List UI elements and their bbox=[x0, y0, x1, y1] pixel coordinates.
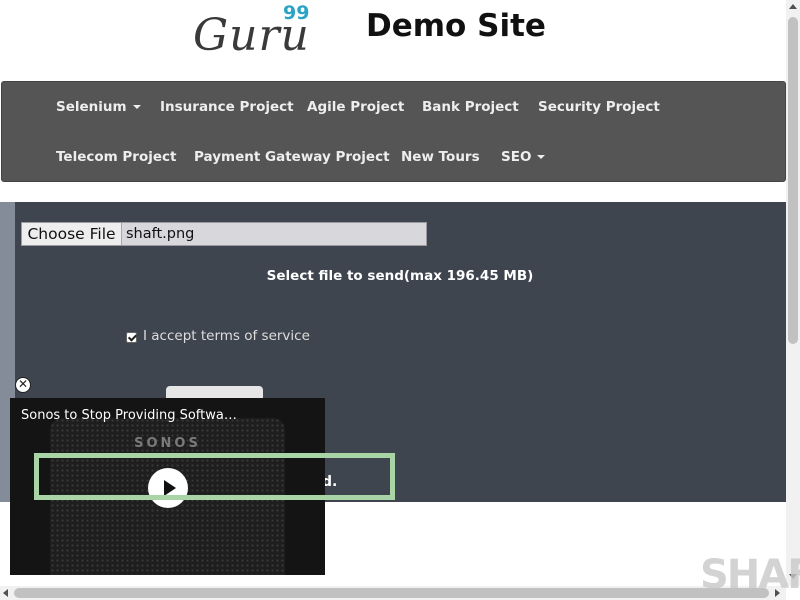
close-circle-icon[interactable]: ✕ bbox=[15, 377, 31, 393]
horizontal-scroll-thumb[interactable] bbox=[14, 588, 769, 598]
main-navbar: Selenium Insurance Project Agile Project… bbox=[1, 81, 786, 182]
nav-item-agile-project[interactable]: Agile Project bbox=[307, 99, 404, 115]
choose-file-button[interactable]: Choose File bbox=[22, 223, 122, 245]
video-brand: SONOS bbox=[134, 436, 201, 451]
vertical-scroll-thumb[interactable] bbox=[788, 17, 798, 344]
vertical-scrollbar[interactable] bbox=[786, 0, 800, 586]
scroll-up-icon[interactable] bbox=[789, 4, 797, 9]
nav-item-label: Telecom Project bbox=[56, 149, 177, 165]
guru99-logo[interactable]: Guru 99 bbox=[193, 2, 318, 61]
nav-item-insurance-project[interactable]: Insurance Project bbox=[160, 99, 294, 115]
nav-item-selenium[interactable]: Selenium bbox=[56, 99, 141, 115]
logo-superscript: 99 bbox=[283, 2, 310, 24]
nav-item-label: Agile Project bbox=[307, 99, 405, 115]
horizontal-scrollbar[interactable] bbox=[0, 586, 786, 600]
nav-item-label: Insurance Project bbox=[160, 99, 294, 115]
scroll-left-icon[interactable] bbox=[3, 589, 8, 597]
nav-item-label: Payment Gateway Project bbox=[194, 149, 390, 165]
terms-label: I accept terms of service bbox=[143, 328, 310, 344]
file-input[interactable]: Choose File shaft.png bbox=[21, 222, 427, 246]
video-ad-player[interactable]: SONOS Sonos to Stop Providing Softwa… bbox=[10, 398, 325, 575]
caret-down-icon bbox=[132, 105, 141, 109]
watermark-text: SHAFT bbox=[700, 552, 800, 598]
nav-item-telecom-project[interactable]: Telecom Project bbox=[56, 149, 176, 165]
shaft-watermark: SHAFT bbox=[700, 552, 800, 600]
nav-item-payment-gateway-project[interactable]: Payment Gateway Project bbox=[194, 149, 390, 165]
max-size-info: Select file to send(max 196.45 MB) bbox=[266, 268, 534, 284]
site-title: Demo Site bbox=[366, 8, 546, 44]
terms-checkbox[interactable] bbox=[126, 332, 137, 343]
video-title: Sonos to Stop Providing Softwa… bbox=[21, 408, 237, 423]
caret-down-icon bbox=[537, 155, 546, 159]
nav-item-label: Security Project bbox=[538, 99, 660, 115]
nav-item-label: New Tours bbox=[401, 149, 480, 165]
play-icon[interactable] bbox=[148, 468, 188, 508]
terms-row: I accept terms of service bbox=[126, 328, 310, 344]
nav-item-security-project[interactable]: Security Project bbox=[538, 99, 660, 115]
nav-item-label: Bank Project bbox=[422, 99, 519, 115]
nav-item-seo[interactable]: SEO bbox=[501, 149, 546, 165]
nav-item-new-tours[interactable]: New Tours bbox=[401, 149, 480, 165]
nav-item-label: Selenium bbox=[56, 99, 127, 115]
nav-item-label: SEO bbox=[501, 149, 532, 165]
nav-item-bank-project[interactable]: Bank Project bbox=[422, 99, 519, 115]
selected-file-name: shaft.png bbox=[126, 226, 195, 242]
